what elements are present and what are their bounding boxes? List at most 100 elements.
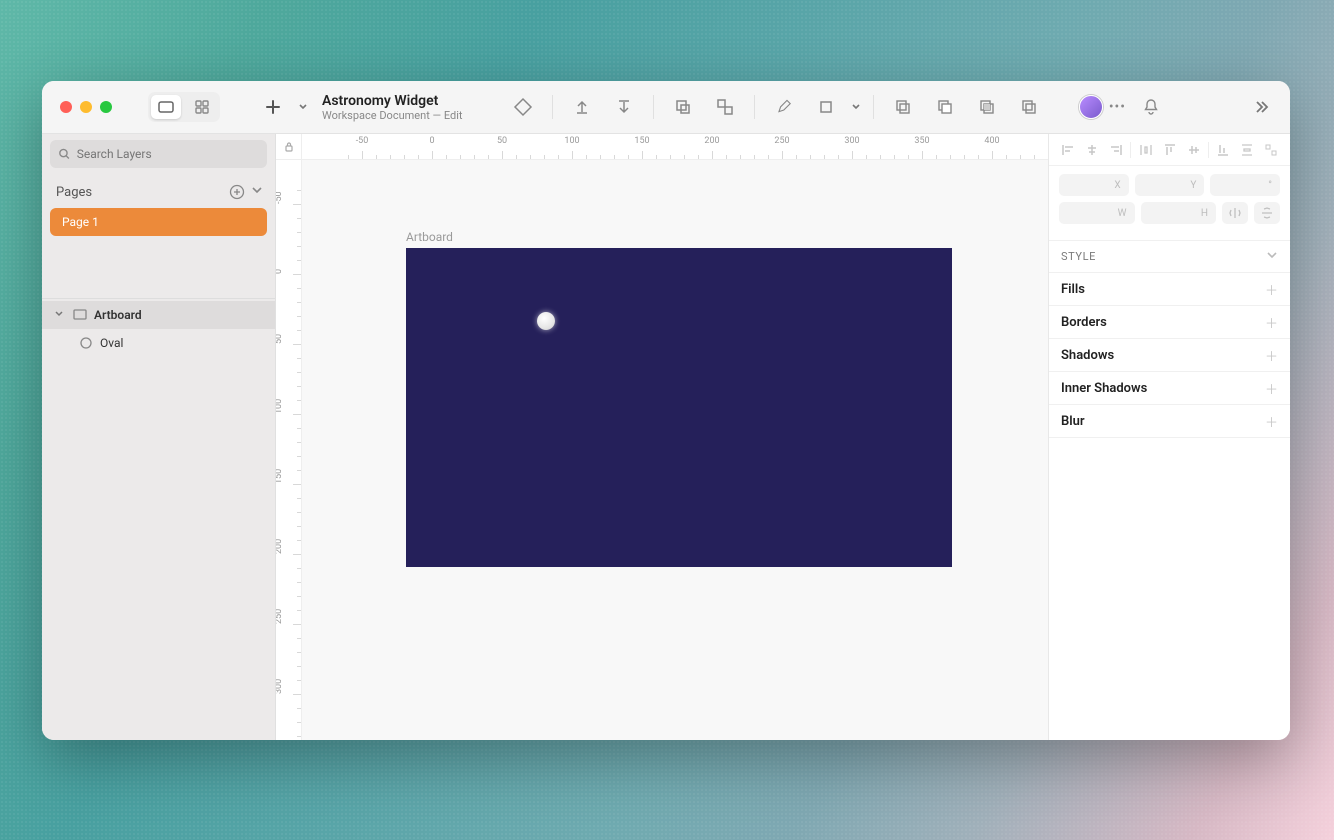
union-icon bbox=[894, 98, 912, 116]
vertical-ruler[interactable]: -50050100150200250300 bbox=[276, 160, 302, 740]
align-h-center-icon[interactable] bbox=[1083, 141, 1101, 159]
symbol-icon bbox=[513, 97, 533, 117]
close-window-button[interactable] bbox=[60, 101, 72, 113]
w-field[interactable]: W bbox=[1059, 202, 1135, 224]
lock-icon bbox=[283, 141, 295, 153]
horizontal-ruler[interactable]: -50050100150200250300350400450 bbox=[302, 134, 1048, 160]
ungroup-icon bbox=[716, 98, 734, 116]
artboard-label[interactable]: Artboard bbox=[406, 230, 453, 244]
oval-shape[interactable] bbox=[537, 312, 555, 330]
layer-row-oval[interactable]: Oval bbox=[42, 329, 275, 357]
send-backward-icon bbox=[615, 98, 633, 116]
flip-vertical-icon bbox=[1260, 206, 1274, 220]
intersect-icon bbox=[978, 98, 996, 116]
pages-heading-label: Pages bbox=[56, 185, 92, 200]
app-window: Astronomy Widget Workspace Document — Ed… bbox=[42, 81, 1290, 740]
insert-button[interactable] bbox=[256, 90, 290, 124]
bell-icon bbox=[1142, 98, 1160, 116]
difference-button[interactable] bbox=[1012, 90, 1046, 124]
create-symbol-button[interactable] bbox=[506, 90, 540, 124]
distribute-h-icon[interactable] bbox=[1137, 141, 1155, 159]
borders-row[interactable]: Borders＋ bbox=[1049, 306, 1290, 339]
add-blur-icon[interactable]: ＋ bbox=[1265, 412, 1278, 431]
chevrons-right-icon bbox=[1252, 98, 1270, 116]
transform-button[interactable] bbox=[809, 90, 843, 124]
align-v-center-icon[interactable] bbox=[1185, 141, 1203, 159]
canvas-icon bbox=[158, 101, 174, 113]
subtract-button[interactable] bbox=[928, 90, 962, 124]
search-icon bbox=[58, 147, 71, 161]
layers-search-input[interactable] bbox=[77, 147, 259, 161]
view-mode-toggle bbox=[148, 92, 220, 122]
add-inner-shadow-icon[interactable]: ＋ bbox=[1265, 379, 1278, 398]
x-field[interactable]: X bbox=[1059, 174, 1129, 196]
pencil-icon bbox=[775, 98, 793, 116]
canvas-view-button[interactable] bbox=[151, 95, 181, 119]
bring-forward-icon bbox=[573, 98, 591, 116]
notifications-button[interactable] bbox=[1134, 90, 1168, 124]
left-sidebar: Pages Page 1 Artboard Oval bbox=[42, 134, 276, 740]
oval-icon bbox=[78, 336, 94, 350]
style-heading-label: Style bbox=[1061, 250, 1096, 263]
add-page-icon[interactable] bbox=[229, 184, 245, 200]
artboard[interactable] bbox=[406, 248, 952, 567]
align-top-icon[interactable] bbox=[1161, 141, 1179, 159]
h-field[interactable]: H bbox=[1141, 202, 1217, 224]
chevron-down-icon[interactable] bbox=[1266, 249, 1278, 261]
difference-icon bbox=[1020, 98, 1038, 116]
style-section-header: Style bbox=[1049, 241, 1290, 273]
intersect-button[interactable] bbox=[970, 90, 1004, 124]
angle-field[interactable]: ° bbox=[1210, 174, 1280, 196]
group-button[interactable] bbox=[666, 90, 700, 124]
chevron-down-icon[interactable] bbox=[851, 102, 861, 112]
flip-horizontal-icon bbox=[1228, 206, 1242, 220]
page-item-label: Page 1 bbox=[62, 215, 99, 229]
titlebar: Astronomy Widget Workspace Document — Ed… bbox=[42, 81, 1290, 134]
forward-button[interactable] bbox=[565, 90, 599, 124]
page-item[interactable]: Page 1 bbox=[50, 208, 267, 236]
shadows-row[interactable]: Shadows＋ bbox=[1049, 339, 1290, 372]
document-title-block: Astronomy Widget Workspace Document — Ed… bbox=[322, 93, 492, 122]
add-shadow-icon[interactable]: ＋ bbox=[1265, 346, 1278, 365]
layers-panel: Artboard Oval bbox=[42, 298, 275, 357]
grid-icon bbox=[194, 99, 210, 115]
tidy-icon[interactable] bbox=[1262, 141, 1280, 159]
add-border-icon[interactable]: ＋ bbox=[1265, 313, 1278, 332]
layer-row-artboard[interactable]: Artboard bbox=[42, 301, 275, 329]
ruler-origin[interactable] bbox=[276, 134, 302, 160]
document-title: Astronomy Widget bbox=[322, 93, 492, 109]
edit-button[interactable] bbox=[767, 90, 801, 124]
zoom-window-button[interactable] bbox=[100, 101, 112, 113]
backward-button[interactable] bbox=[607, 90, 641, 124]
union-button[interactable] bbox=[886, 90, 920, 124]
components-view-button[interactable] bbox=[187, 95, 217, 119]
layers-search[interactable] bbox=[50, 140, 267, 168]
add-fill-icon[interactable]: ＋ bbox=[1265, 280, 1278, 299]
y-field[interactable]: Y bbox=[1135, 174, 1205, 196]
align-bottom-icon[interactable] bbox=[1214, 141, 1232, 159]
minimize-window-button[interactable] bbox=[80, 101, 92, 113]
chevron-down-icon[interactable] bbox=[298, 102, 308, 112]
expand-panel-button[interactable] bbox=[1244, 90, 1278, 124]
flip-v-button[interactable] bbox=[1254, 202, 1280, 224]
canvas[interactable]: Artboard bbox=[302, 160, 1048, 740]
subtract-icon bbox=[936, 98, 954, 116]
flip-h-button[interactable] bbox=[1222, 202, 1248, 224]
inspector-panel: X Y ° W H Style Fills＋ Borders＋ Shadows＋… bbox=[1048, 134, 1290, 740]
ungroup-button[interactable] bbox=[708, 90, 742, 124]
fills-row[interactable]: Fills＋ bbox=[1049, 273, 1290, 306]
document-subtitle: Workspace Document — Edit bbox=[322, 109, 492, 122]
distribute-v-icon[interactable] bbox=[1238, 141, 1256, 159]
geometry-section: X Y ° W H bbox=[1049, 166, 1290, 241]
blur-row[interactable]: Blur＋ bbox=[1049, 405, 1290, 438]
collaborator-avatar[interactable] bbox=[1079, 95, 1103, 119]
align-left-icon[interactable] bbox=[1059, 141, 1077, 159]
chevron-down-icon[interactable] bbox=[251, 184, 263, 196]
align-right-icon[interactable] bbox=[1107, 141, 1125, 159]
inner-shadows-row[interactable]: Inner Shadows＋ bbox=[1049, 372, 1290, 405]
layer-label: Oval bbox=[100, 336, 123, 350]
artboard-icon bbox=[72, 309, 88, 321]
layer-label: Artboard bbox=[94, 308, 142, 322]
more-collaborators-icon[interactable]: ••• bbox=[1109, 99, 1126, 115]
group-icon bbox=[674, 98, 692, 116]
